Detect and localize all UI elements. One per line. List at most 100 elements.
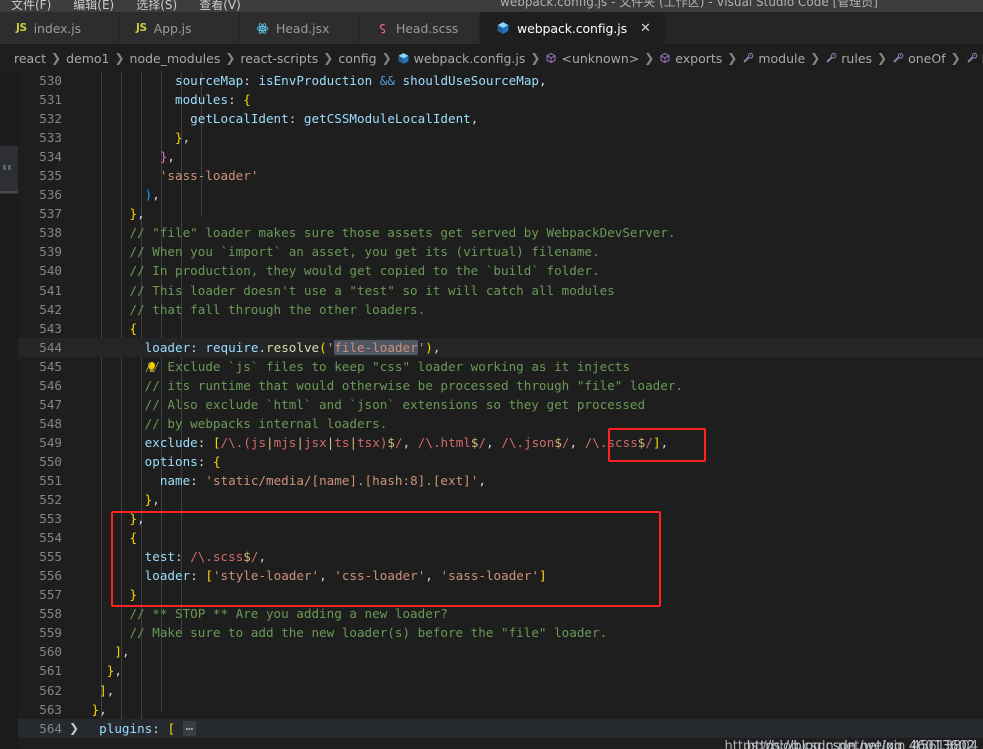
- code-line[interactable]: 530 sourceMap: isEnvProduction && should…: [18, 71, 983, 90]
- line-number: 540: [39, 263, 62, 279]
- line-content: test: /\.scss$/,: [144, 549, 267, 565]
- line-number: 554: [39, 530, 62, 546]
- code-line[interactable]: 558 // ** STOP ** Are you adding a new l…: [18, 604, 983, 623]
- code-line[interactable]: 559 // Make sure to add the new loader(s…: [18, 623, 983, 642]
- line-content: // Make sure to add the new loader(s) be…: [84, 625, 608, 641]
- breadcrumb-item-unknown[interactable]: <unknown>: [545, 51, 639, 66]
- menu-bar: 文件(F) 编辑(E) 选择(S) 查看(V) webpack.config.j…: [0, 0, 983, 12]
- code-line[interactable]: 556 loader: ['style-loader', 'css-loader…: [18, 566, 983, 585]
- code-line[interactable]: 541 // This loader doesn't use a "test" …: [18, 281, 983, 300]
- tab-index-js[interactable]: JS index.js: [0, 12, 120, 44]
- breadcrumb-item-demo1[interactable]: demo1: [66, 51, 109, 66]
- symbol-property-icon: [892, 52, 904, 64]
- code-line[interactable]: 539 // When you `import` an asset, you g…: [18, 242, 983, 261]
- code-line[interactable]: 550 options: {: [18, 452, 983, 471]
- tab-app-js[interactable]: JS App.js: [120, 12, 240, 44]
- menu-item-select[interactable]: 选择(S): [125, 0, 188, 12]
- code-line[interactable]: 561 },: [18, 661, 983, 680]
- collapsed-region-marker[interactable]: ⋯: [182, 720, 197, 736]
- webpack-icon: [496, 21, 510, 35]
- code-line[interactable]: 531 modules: {: [18, 90, 983, 109]
- code-editor[interactable]: 530 sourceMap: isEnvProduction && should…: [0, 71, 983, 749]
- code-line[interactable]: 543 {: [18, 319, 983, 338]
- code-line[interactable]: 535 'sass-loader': [18, 166, 983, 185]
- minimap-slider[interactable]: [0, 146, 18, 194]
- menu-item-view[interactable]: 查看(V): [188, 0, 252, 12]
- code-line[interactable]: 549 exclude: [/\.(js|mjs|jsx|ts|tsx)$/, …: [18, 433, 983, 452]
- line-content: ],: [114, 644, 130, 660]
- code-line[interactable]: 555 test: /\.scss$/,: [18, 547, 983, 566]
- line-content: // Exclude `js` files to keep "css" load…: [84, 358, 630, 374]
- breadcrumb-item-react-scripts[interactable]: react-scripts: [240, 51, 318, 66]
- line-content: },: [106, 663, 122, 679]
- code-line[interactable]: 563 },: [18, 700, 983, 719]
- breadcrumb-separator: ❯: [51, 51, 62, 65]
- breadcrumb-item-config[interactable]: config: [338, 51, 376, 66]
- js-icon: JS: [136, 22, 147, 34]
- breadcrumb-item-exports[interactable]: exports: [659, 51, 722, 66]
- code-line[interactable]: 532 getLocalIdent: getCSSModuleLocalIden…: [18, 109, 983, 128]
- line-number: 544: [39, 339, 62, 355]
- lightbulb-icon[interactable]: [70, 341, 155, 372]
- minimap-divider: [0, 191, 18, 193]
- line-content: ],: [99, 682, 115, 698]
- code-line[interactable]: 551 name: 'static/media/[name].[hash:8].…: [18, 471, 983, 490]
- tab-label: Head.scss: [396, 20, 459, 36]
- breadcrumb-item-module[interactable]: module: [742, 51, 805, 66]
- breadcrumb-label: react-scripts: [240, 50, 319, 66]
- line-content: // When you `import` an asset, you get i…: [84, 244, 600, 260]
- code-line[interactable]: 536 ),: [18, 185, 983, 204]
- breadcrumb-item-webpack-config-js[interactable]: webpack.config.js: [397, 51, 525, 66]
- breadcrumb-item-rules[interactable]: rules: [825, 51, 872, 66]
- code-line[interactable]: 540 // In production, they would get cop…: [18, 261, 983, 280]
- code-line[interactable]: 560 ],: [18, 642, 983, 661]
- breadcrumb-separator: ❯: [727, 51, 738, 65]
- breadcrumb-label: react: [14, 50, 46, 66]
- breadcrumb-item-loader[interactable]: loader: [966, 51, 983, 66]
- code-line[interactable]: 537 },: [18, 204, 983, 223]
- code-line[interactable]: 533 },: [18, 128, 983, 147]
- line-content: modules: {: [175, 92, 251, 108]
- breadcrumb-item-node-modules[interactable]: node_modules: [130, 51, 221, 66]
- line-content: },: [129, 206, 145, 222]
- tab-webpack-config-js[interactable]: webpack.config.js ✕: [480, 12, 666, 44]
- minimap[interactable]: [0, 71, 18, 749]
- line-content: },: [91, 701, 107, 717]
- breadcrumb-item-react[interactable]: react: [14, 51, 46, 66]
- code-line[interactable]: 547 // Also exclude `html` and `json` ex…: [18, 395, 983, 414]
- line-content: // ** STOP ** Are you adding a new loade…: [84, 606, 448, 622]
- line-content: 'sass-loader': [159, 168, 259, 184]
- fold-chevron-icon[interactable]: ❯: [67, 719, 81, 738]
- code-line[interactable]: 542 // that fall through the other loade…: [18, 300, 983, 319]
- breadcrumb-label: rules: [841, 50, 873, 66]
- line-content: name: 'static/media/[name].[hash:8].[ext…: [159, 472, 486, 488]
- line-content: // by webpacks internal loaders.: [84, 415, 388, 431]
- breadcrumb-label: config: [338, 50, 377, 66]
- breadcrumb-label: node_modules: [129, 50, 221, 66]
- code-line[interactable]: 545 // Exclude `js` files to keep "css" …: [18, 357, 983, 376]
- code-line[interactable]: 534 },: [18, 147, 983, 166]
- code-line[interactable]: 553 },: [18, 509, 983, 528]
- line-number: 548: [39, 415, 62, 431]
- tab-label: App.js: [153, 20, 192, 36]
- code-line[interactable]: 546 // its runtime that would otherwise …: [18, 376, 983, 395]
- js-icon: JS: [16, 22, 27, 34]
- webpack-icon: [397, 52, 410, 65]
- menu-item-file[interactable]: 文件(F): [0, 0, 62, 12]
- tab-head-jsx[interactable]: Head.jsx: [240, 12, 360, 44]
- menu-item-edit[interactable]: 编辑(E): [62, 0, 125, 12]
- close-icon[interactable]: ✕: [640, 22, 651, 35]
- code-line[interactable]: 557 }: [18, 585, 983, 604]
- code-line-current[interactable]: 564 ❯ plugins: [ ⋯: [18, 718, 983, 738]
- code-line[interactable]: 554 {: [18, 528, 983, 547]
- code-line[interactable]: 562 ],: [18, 681, 983, 700]
- code-line[interactable]: 538 // "file" loader makes sure those as…: [18, 223, 983, 242]
- line-number: 557: [39, 587, 62, 603]
- code-line[interactable]: 548 // by webpacks internal loaders.: [18, 414, 983, 433]
- code-line[interactable]: 552 },: [18, 490, 983, 509]
- code-lines[interactable]: 530 sourceMap: isEnvProduction && should…: [18, 71, 983, 749]
- code-line[interactable]: 544 loader: require.resolve('file-loader…: [18, 337, 983, 372]
- breadcrumb-item-oneof[interactable]: oneOf: [892, 51, 946, 66]
- symbol-property-icon: [742, 52, 754, 64]
- tab-head-scss[interactable]: Head.scss: [360, 12, 480, 44]
